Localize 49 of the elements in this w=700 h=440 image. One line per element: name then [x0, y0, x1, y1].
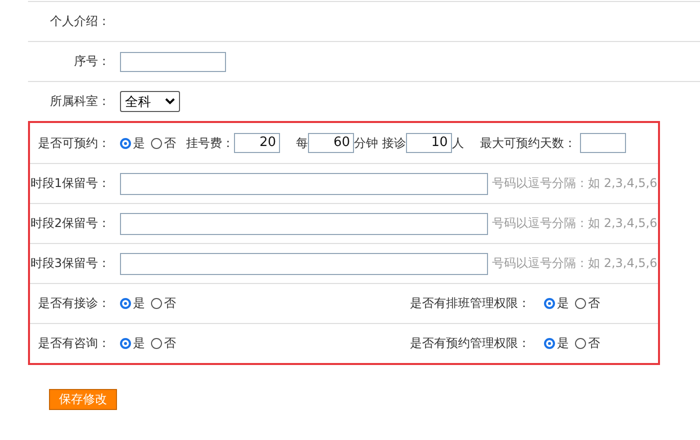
fee-input[interactable]: 20	[234, 133, 280, 153]
option-label: 否	[588, 295, 600, 312]
option-label: 否	[164, 295, 176, 312]
field-label: 时段2保留号：	[30, 215, 111, 232]
field-label: 挂号费：	[186, 134, 234, 152]
hint-text: 号码以逗号分隔：如 2,3,4,5,6	[492, 175, 658, 192]
field-label: 时段3保留号：	[30, 255, 111, 272]
radio-button[interactable]	[120, 338, 131, 349]
field-label: 时段1保留号：	[30, 175, 111, 192]
field-label: 分钟 接诊	[354, 134, 406, 152]
patients-input[interactable]: 10	[406, 133, 452, 153]
hint-text: 号码以逗号分隔：如 2,3,4,5,6	[492, 255, 658, 272]
radio-button[interactable]	[544, 298, 555, 309]
department-select[interactable]: 全科	[120, 91, 180, 112]
option-label: 否	[164, 134, 176, 152]
radio-button[interactable]	[151, 298, 162, 309]
option-label: 是	[133, 134, 145, 152]
field-label: 是否有接诊：	[37, 295, 111, 312]
option-label: 是	[133, 295, 145, 312]
field-label: 最大可预约天数：	[480, 134, 576, 152]
caret-icon	[165, 98, 175, 105]
input-field[interactable]	[120, 212, 488, 234]
option-label: 否	[164, 335, 176, 352]
radio-button[interactable]	[151, 138, 162, 148]
field-label: 每	[296, 134, 308, 152]
radio-button[interactable]	[544, 338, 555, 349]
option-label: 否	[588, 335, 600, 352]
field-label: 序号：	[73, 53, 111, 70]
field-label: 人	[452, 134, 464, 152]
field-label: 是否有预约管理权限：	[410, 335, 530, 352]
minutes-input[interactable]: 60	[308, 133, 354, 153]
input-field[interactable]	[120, 252, 488, 274]
option-label: 是	[133, 335, 145, 352]
option-label: 是	[557, 335, 569, 352]
field-label: 是否有咨询：	[37, 335, 111, 352]
input-field[interactable]	[120, 172, 488, 194]
radio-button[interactable]	[120, 298, 131, 309]
radio-button[interactable]	[575, 338, 586, 349]
radio-button[interactable]	[575, 298, 586, 309]
input-field[interactable]	[120, 52, 226, 72]
field-label: 个人介绍：	[49, 13, 111, 30]
field-label: 是否可预约：	[37, 134, 111, 152]
field-label: 所属科室：	[49, 93, 111, 110]
days-input[interactable]	[580, 133, 626, 153]
radio-button[interactable]	[151, 338, 162, 349]
field-label: 是否有排班管理权限：	[410, 295, 530, 312]
option-label: 是	[557, 295, 569, 312]
radio-button[interactable]	[120, 138, 131, 148]
hint-text: 号码以逗号分隔：如 2,3,4,5,6	[492, 215, 658, 232]
